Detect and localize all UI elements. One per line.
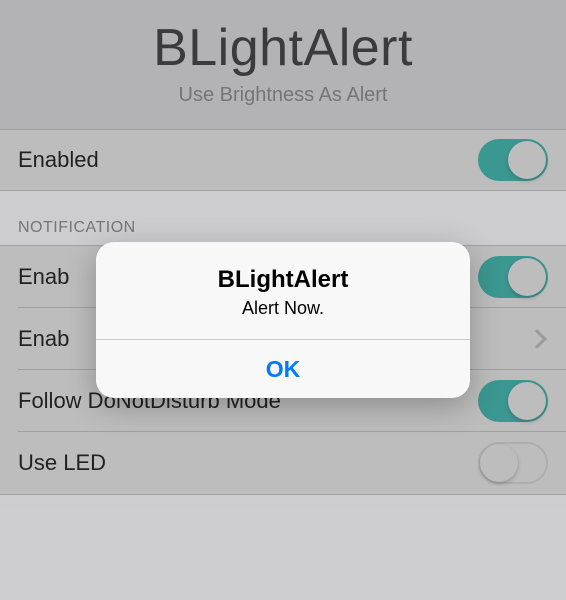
alert-ok-button[interactable]: OK	[96, 340, 470, 398]
alert-title: BLightAlert	[116, 266, 450, 294]
modal-overlay: BLightAlert Alert Now. OK	[0, 0, 566, 600]
alert-message: Alert Now.	[116, 298, 450, 319]
alert-dialog: BLightAlert Alert Now. OK	[96, 242, 470, 398]
alert-body: BLightAlert Alert Now.	[96, 242, 470, 339]
